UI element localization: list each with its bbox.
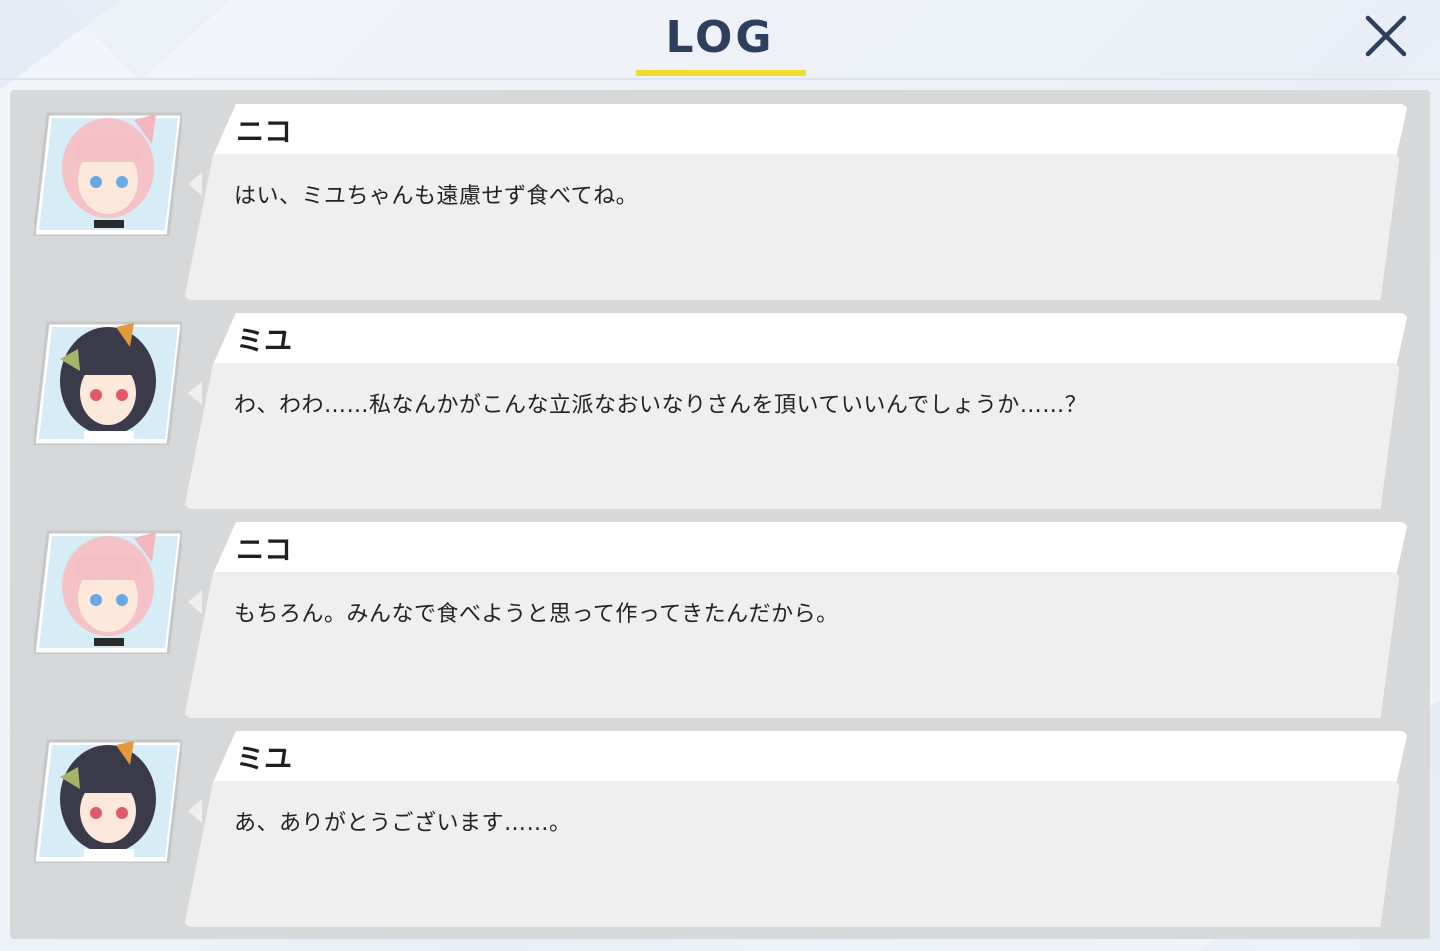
name-bubble (212, 104, 1408, 158)
page-title: LOG (665, 12, 775, 63)
bubble-tail (188, 381, 202, 405)
avatar (34, 319, 182, 445)
niko-portrait-icon (34, 112, 182, 236)
message-bubble (184, 572, 1400, 718)
niko-portrait-icon (34, 530, 182, 654)
avatar (34, 528, 182, 654)
speaker-name: ニコ (236, 115, 293, 148)
message-bubble (184, 781, 1400, 927)
message-bubble (184, 154, 1400, 300)
title-underline (636, 70, 806, 76)
log-entry: ミユ わ、わわ……私なんかがこんな立派なおいなりさんを頂いていいんでしょうか……… (10, 299, 1430, 509)
close-icon (1365, 15, 1407, 57)
bubble-tail (188, 799, 202, 823)
log-entry: ニコ もちろん。みんなで食べようと思って作ってきたんだから。 (10, 508, 1430, 718)
avatar (34, 737, 182, 863)
message-bubble (184, 363, 1400, 509)
miyu-portrait-icon (34, 739, 182, 863)
log-entry: ニコ はい、ミユちゃんも遠慮せず食べてね。 (10, 90, 1430, 300)
avatar (34, 110, 182, 236)
name-bubble (212, 313, 1408, 367)
bubble-tail (188, 172, 202, 196)
log-header: LOG (0, 0, 1440, 80)
message-text: わ、わわ……私なんかがこんな立派なおいなりさんを頂いていいんでしょうか……？ (234, 393, 1088, 418)
speaker-name: ニコ (236, 533, 293, 566)
log-panel[interactable]: ニコ はい、ミユちゃんも遠慮せず食べてね。 ミユ わ、わわ……私なんかがこんな立… (10, 90, 1430, 939)
bubble-tail (188, 590, 202, 614)
message-text: はい、ミユちゃんも遠慮せず食べてね。 (234, 184, 639, 209)
close-button[interactable] (1358, 10, 1414, 66)
name-bubble (212, 522, 1408, 576)
name-bubble (212, 731, 1408, 785)
log-entry: ミユ あ、ありがとうございます……。 (10, 717, 1430, 927)
miyu-portrait-icon (34, 321, 182, 445)
speaker-name: ミユ (236, 324, 293, 357)
message-text: あ、ありがとうございます……。 (234, 811, 572, 836)
speaker-name: ミユ (236, 742, 293, 775)
message-text: もちろん。みんなで食べようと思って作ってきたんだから。 (234, 602, 839, 627)
